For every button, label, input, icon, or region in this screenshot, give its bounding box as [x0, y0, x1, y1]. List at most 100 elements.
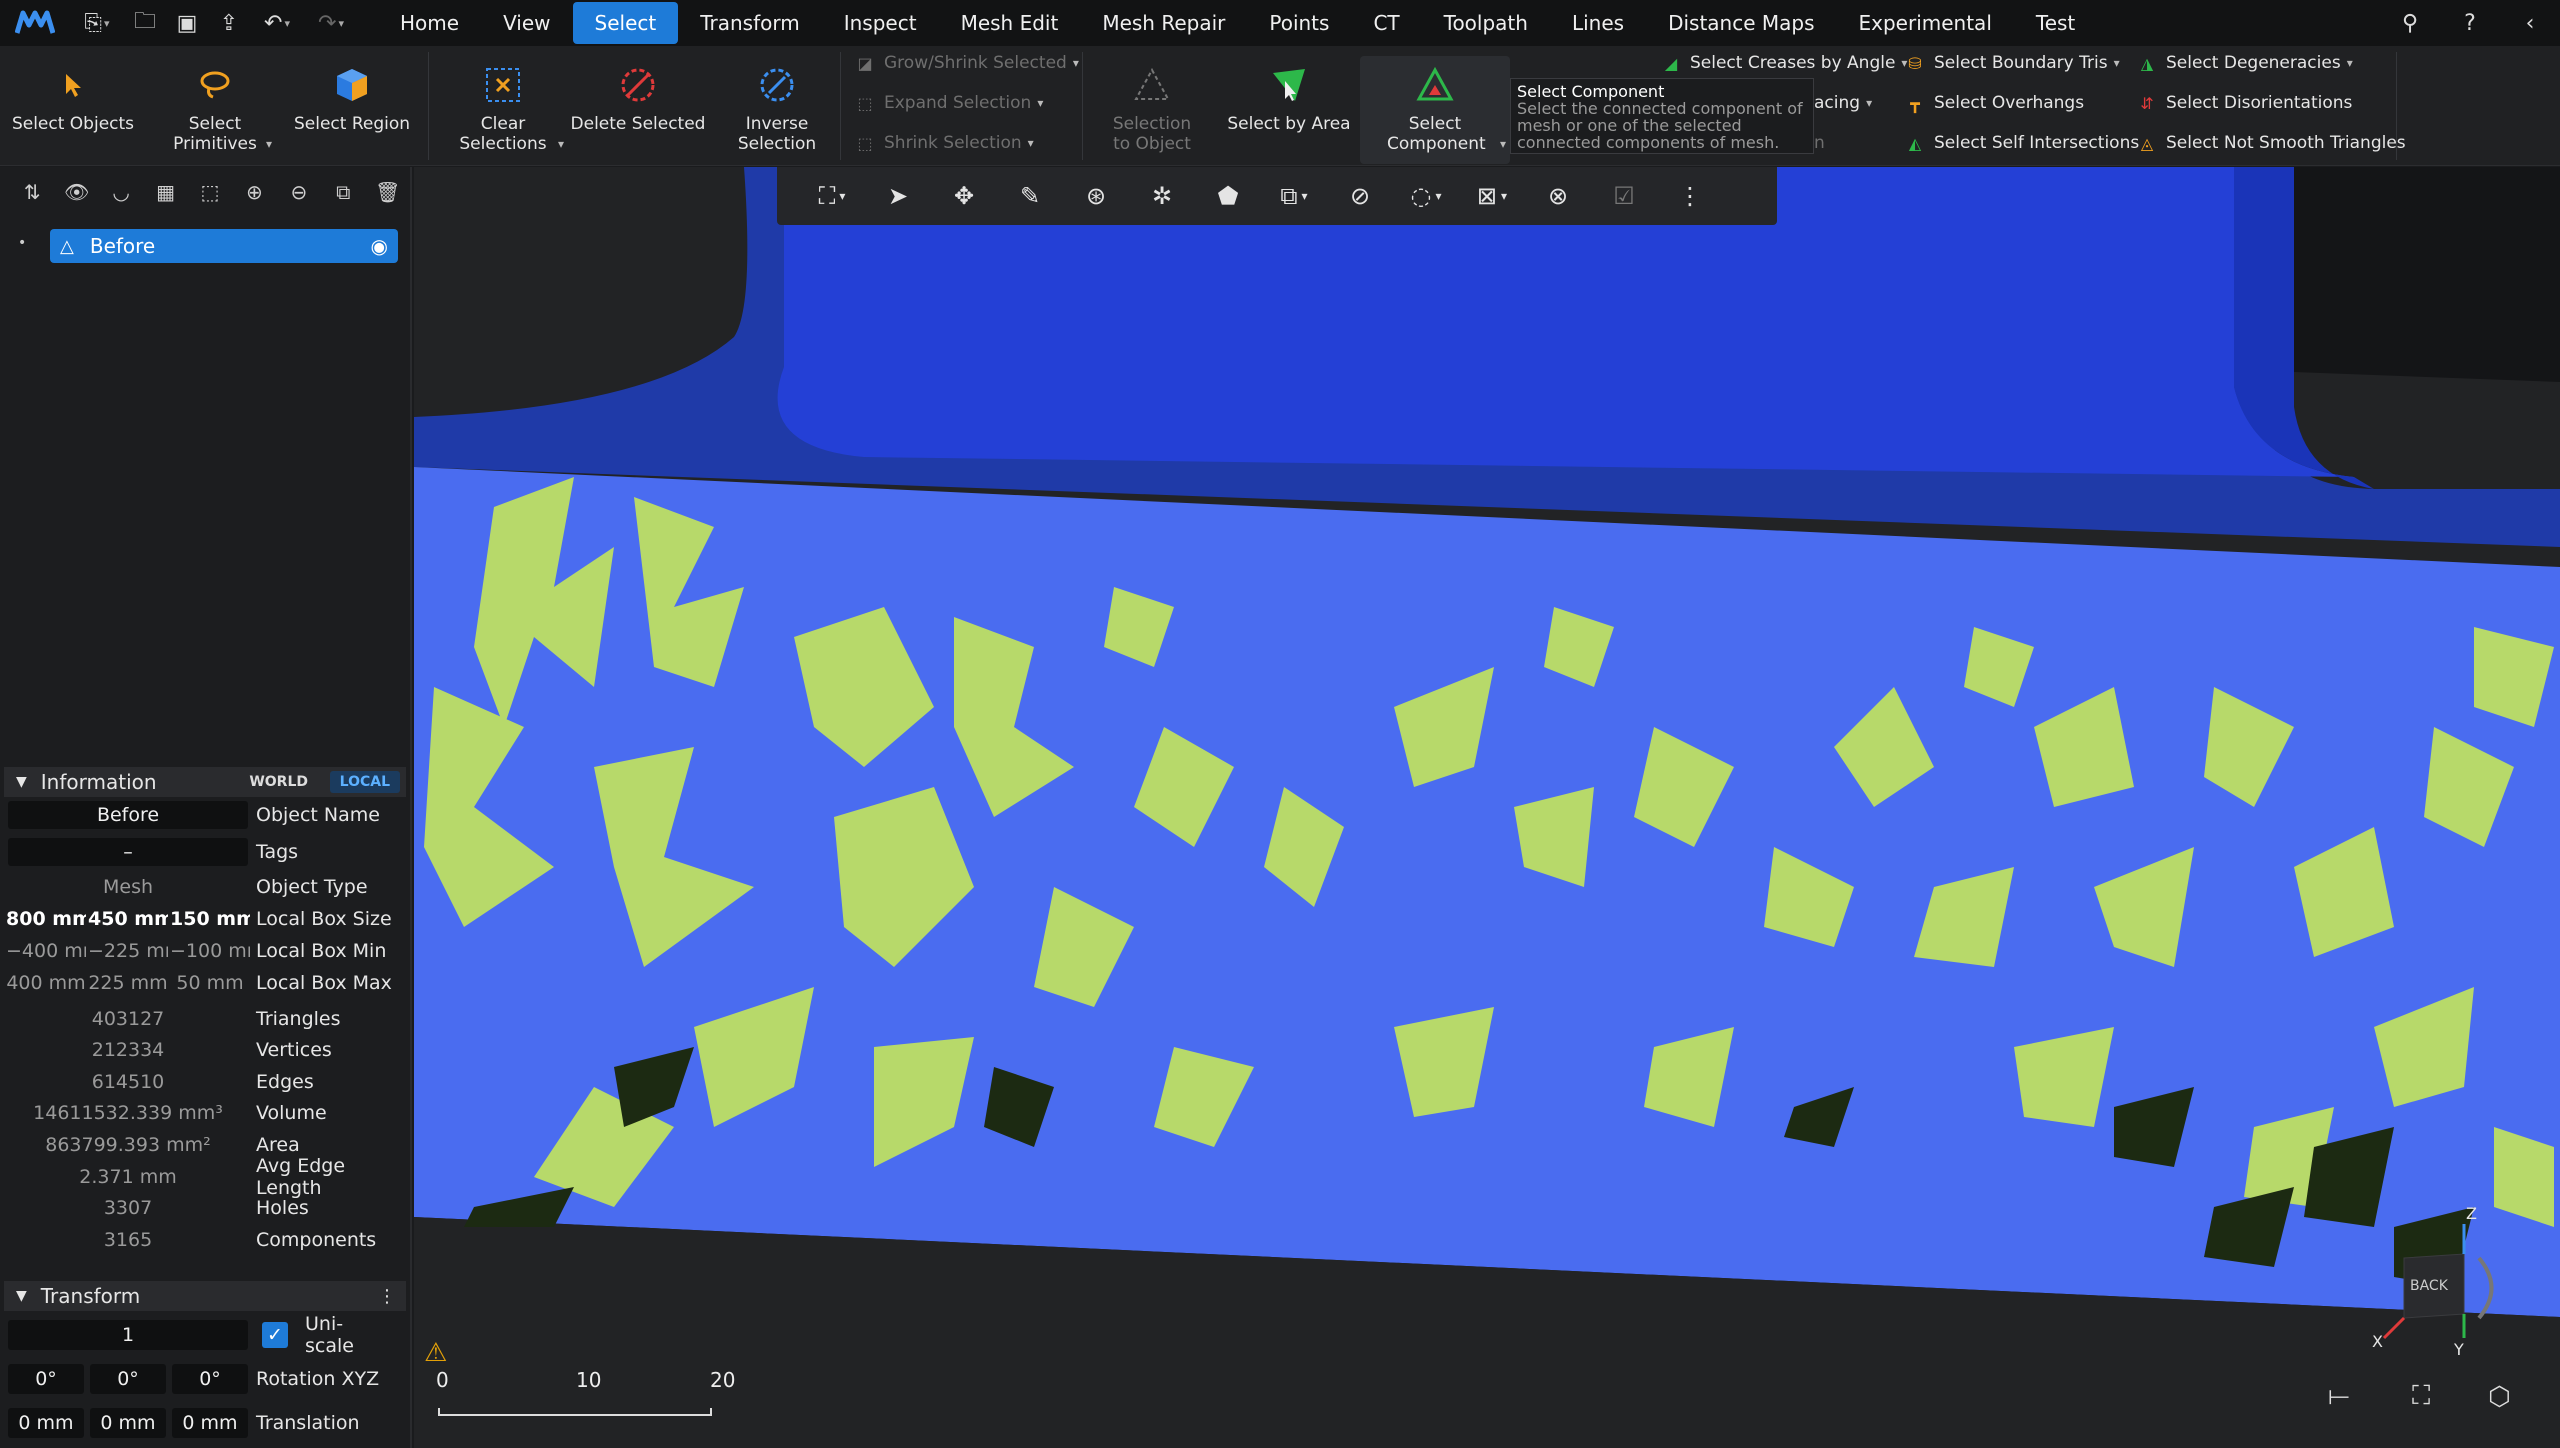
projection-cube-icon[interactable]: ⬡: [2488, 1382, 2511, 1412]
box-max-row: 400 mm 225 mm 50 mm Local Box Max: [0, 968, 412, 998]
delete-selected-label: Delete Selected: [570, 114, 706, 134]
show-icon[interactable]: 👁: [54, 172, 98, 212]
tab-mesh-edit[interactable]: Mesh Edit: [939, 2, 1081, 44]
tab-experimental[interactable]: Experimental: [1837, 2, 2014, 44]
box-select-icon[interactable]: ⊠ ▾: [1459, 171, 1525, 221]
box-max-z: 50 mm: [176, 972, 244, 994]
app-logo-icon[interactable]: [0, 0, 70, 46]
brush-icon[interactable]: ⬟: [1195, 171, 1261, 221]
inverse-selection-button[interactable]: Inverse Selection: [720, 56, 834, 164]
tab-inspect[interactable]: Inspect: [822, 2, 939, 44]
tab-distance-maps[interactable]: Distance Maps: [1646, 2, 1836, 44]
sort-icon[interactable]: ⇅: [10, 172, 54, 212]
scale-label-0: 0: [436, 1368, 449, 1392]
collapse-chevron-icon[interactable]: ‹: [2500, 0, 2560, 46]
warning-icon[interactable]: ⚠: [424, 1338, 447, 1368]
uniscale-checkbox[interactable]: ✓: [262, 1322, 288, 1348]
chevron-down-icon[interactable]: ▾: [558, 134, 564, 154]
chevron-down-icon[interactable]: ▾: [266, 134, 272, 154]
select-primitives-button[interactable]: Select Primitives ▾: [150, 56, 280, 164]
trash-icon[interactable]: 🗑: [366, 172, 410, 212]
tab-test[interactable]: Test: [2014, 2, 2097, 44]
search-icon[interactable]: ⚲: [2380, 0, 2440, 46]
tab-points[interactable]: Points: [1247, 2, 1351, 44]
more-icon[interactable]: ⋮: [1657, 171, 1723, 221]
local-toggle[interactable]: LOCAL: [329, 771, 400, 793]
tab-transform[interactable]: Transform: [678, 2, 821, 44]
lasso-tool-icon[interactable]: ◌ ▾: [1393, 171, 1459, 221]
mesh-select-icon[interactable]: ✲: [1129, 171, 1195, 221]
select-disorientations-button[interactable]: ⇵ Select Disorientations: [2134, 88, 2352, 118]
tab-mesh-repair[interactable]: Mesh Repair: [1080, 2, 1247, 44]
tab-view[interactable]: View: [481, 2, 572, 44]
select-all-icon[interactable]: ▦: [143, 172, 187, 212]
3d-viewport[interactable]: ⛶ ▾ ➤ ✥ ✎ ⊛ ✲ ⬟ ⧉ ▾ ⊘ ◌ ▾ ⊠ ▾ ⊗ ☑ ⋮ ⚠ 0 10 2…: [414, 167, 2560, 1448]
pointer-icon[interactable]: ➤: [865, 171, 931, 221]
duplicate-icon[interactable]: ⧉: [321, 172, 365, 212]
hide-selection-icon[interactable]: ⊘: [1327, 171, 1393, 221]
view-navigation-cube[interactable]: BACK Z X Y: [2354, 1204, 2504, 1359]
move-down-icon[interactable]: ⊖: [277, 172, 321, 212]
save-icon[interactable]: ▣: [166, 0, 208, 46]
delete-selected-button[interactable]: Delete Selected: [570, 56, 706, 164]
undo-icon[interactable]: ↶ ▾: [250, 0, 304, 46]
selection-to-object-button[interactable]: Selection to Object: [1096, 56, 1208, 164]
redo-icon[interactable]: ↷ ▾: [304, 0, 358, 46]
expand-selection-button[interactable]: ⬚ Expand Selection ▾: [852, 88, 1043, 118]
object-name-field[interactable]: Before: [8, 801, 248, 829]
select-component-button[interactable]: Select Component ▾: [1360, 56, 1510, 164]
select-overhangs-button[interactable]: ┳ Select Overhangs: [1902, 88, 2084, 118]
select-region-button[interactable]: Select Region: [292, 56, 412, 164]
delete-icon: [618, 56, 658, 114]
visibility-eye-icon[interactable]: ◉: [371, 234, 388, 258]
select-objects-button[interactable]: Select Objects: [10, 56, 136, 164]
select-boundary-tris-button[interactable]: ⛁ Select Boundary Tris ▾: [1902, 48, 2119, 78]
confirm-icon[interactable]: ☑: [1591, 171, 1657, 221]
copy-icon[interactable]: ⧉ ▾: [1261, 171, 1327, 221]
view-center-icon[interactable]: ⛶: [2412, 1381, 2430, 1412]
tab-select[interactable]: Select: [572, 2, 679, 44]
mesh-render[interactable]: [414, 167, 2560, 1448]
shrink-selection-button[interactable]: ⬚ Shrink Selection ▾: [852, 128, 1033, 158]
tab-lines[interactable]: Lines: [1550, 2, 1646, 44]
more-options-icon[interactable]: ⋮: [378, 1286, 396, 1307]
fit-view-icon[interactable]: ⛶ ▾: [799, 171, 865, 221]
holes-row: 3307 Holes: [0, 1193, 412, 1223]
grow-shrink-button[interactable]: ◪ Grow/Shrink Selected ▾: [852, 48, 1078, 78]
box-size-y: 450 mm: [88, 908, 168, 930]
vertices-label: Vertices: [256, 1039, 332, 1061]
tab-toolpath[interactable]: Toolpath: [1422, 2, 1550, 44]
select-objects-label: Select Objects: [11, 114, 135, 134]
tree-item-before[interactable]: △ Before ◉: [50, 229, 398, 263]
ruler-icon[interactable]: ⟝: [2328, 1381, 2350, 1412]
chevron-down-icon[interactable]: ▾: [1500, 134, 1506, 154]
tab-home[interactable]: Home: [378, 2, 481, 44]
export-icon[interactable]: ⇪: [208, 0, 250, 46]
tags-field[interactable]: –: [8, 838, 248, 866]
select-by-area-button[interactable]: Select by Area: [1222, 56, 1356, 164]
paint-select-icon[interactable]: ✎: [997, 171, 1063, 221]
open-folder-icon[interactable]: 🗀: [124, 0, 166, 46]
select-not-smooth-button[interactable]: ◬ Select Not Smooth Triangles: [2134, 128, 2406, 158]
help-icon[interactable]: ?: [2440, 0, 2500, 46]
rotate-icon[interactable]: ⊛: [1063, 171, 1129, 221]
select-creases-button[interactable]: ◢ Select Creases by Angle ▾: [1658, 48, 1908, 78]
select-degeneracies-label: Select Degeneracies: [2166, 53, 2341, 73]
spacing-button-fragment[interactable]: acing ▾: [1814, 88, 1872, 118]
information-header[interactable]: ▼ Information WORLD LOCAL: [4, 767, 406, 797]
hide-icon[interactable]: ◡: [99, 172, 143, 212]
holes-label: Holes: [256, 1197, 309, 1219]
transform-header[interactable]: ▼ Transform ⋮: [4, 1281, 406, 1311]
move-up-icon[interactable]: ⊕: [232, 172, 276, 212]
move-icon[interactable]: ✥: [931, 171, 997, 221]
component-icon: [1415, 56, 1455, 114]
clear-selections-button[interactable]: Clear Selections ▾: [440, 56, 566, 164]
partial-button-fragment[interactable]: n: [1814, 128, 1825, 158]
new-file-icon[interactable]: ⎘ ▾: [70, 0, 124, 46]
tab-ct[interactable]: CT: [1351, 2, 1421, 44]
select-degeneracies-button[interactable]: ◮ Select Degeneracies ▾: [2134, 48, 2353, 78]
deselect-all-icon[interactable]: ⬚: [188, 172, 232, 212]
no-select-icon[interactable]: ⊗: [1525, 171, 1591, 221]
select-self-intersections-button[interactable]: ◭ Select Self Intersections: [1902, 128, 2139, 158]
world-toggle[interactable]: WORLD: [239, 771, 318, 793]
